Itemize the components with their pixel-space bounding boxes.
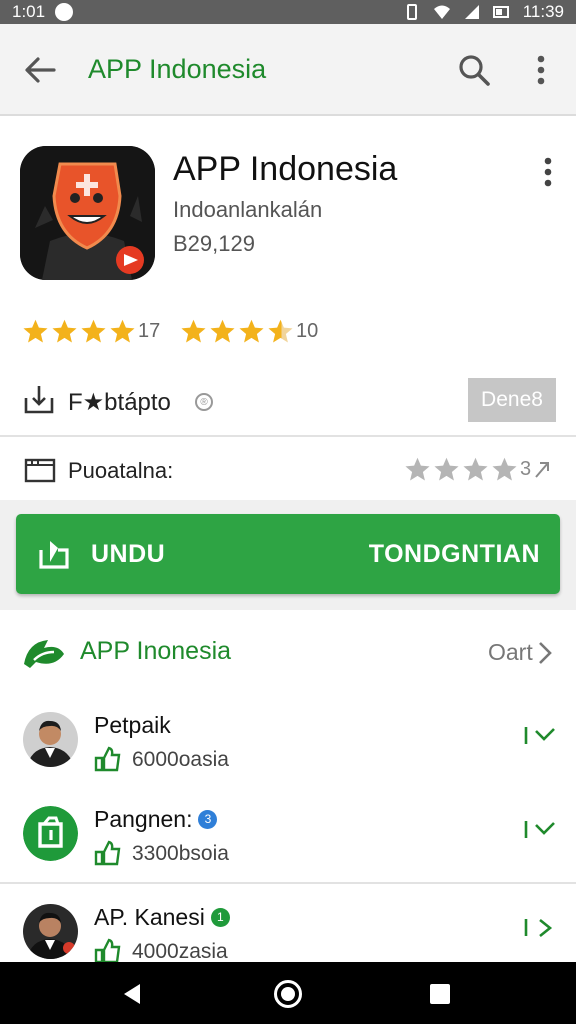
arrow-left-icon[interactable] <box>20 50 60 90</box>
list-item-title: AP. Kanesi <box>94 904 205 930</box>
section-leaf-icon <box>24 640 64 668</box>
download-icon <box>24 386 54 414</box>
star-icon <box>81 319 106 343</box>
rating-value: 17 <box>138 320 161 342</box>
category-label: Puoatalna: <box>68 458 174 483</box>
badge-count: 1 <box>210 908 230 927</box>
thumbs-up-icon <box>94 840 121 866</box>
vibrate-icon <box>406 4 417 20</box>
list-item[interactable]: Petpaik 6000oasia <box>0 704 576 794</box>
star-icon <box>23 319 48 343</box>
expand-arrow-icon[interactable] <box>522 914 558 942</box>
download-button-label: UNDU <box>91 540 166 568</box>
rating-1: 17 <box>22 318 160 345</box>
star-icon <box>52 319 77 343</box>
list-item-subtitle: 3300bsoia <box>132 842 229 865</box>
list-item-name: Petpaik <box>94 712 171 739</box>
star-icon <box>210 319 235 343</box>
expand-check-icon[interactable] <box>522 816 558 844</box>
status-time-left: 1:01 <box>12 2 46 21</box>
star-icon <box>181 319 206 343</box>
category-rating-value: 3 <box>520 458 532 480</box>
signal-icon <box>464 5 479 19</box>
download-button-right-label: TONDGNTIAN <box>368 540 540 568</box>
status-bar: 1:01 11:39 <box>0 0 576 24</box>
app-mascot-icon <box>20 146 155 280</box>
person-avatar <box>23 904 78 959</box>
list-item-subtitle: 4000zasia <box>132 940 228 963</box>
star-icon <box>434 457 459 481</box>
more-vert-icon[interactable] <box>536 154 560 190</box>
star-icon <box>110 319 135 343</box>
app-developer[interactable]: Indoanlankalán <box>173 197 322 223</box>
more-vert-icon[interactable] <box>526 50 556 90</box>
status-time-right: 11:39 <box>522 2 564 21</box>
download-button[interactable]: UNDU TONDGNTIAN <box>16 514 560 594</box>
list-item-subtitle: 6000oasia <box>132 748 229 771</box>
battery-icon <box>492 6 509 18</box>
search-icon[interactable] <box>454 50 494 90</box>
arrow-icon <box>535 461 550 478</box>
system-nav-bar <box>0 962 576 1024</box>
chevron-right-icon <box>538 641 552 664</box>
done-button[interactable]: Dene8 <box>468 378 556 422</box>
star-icon <box>405 457 430 481</box>
install-label: F★btápto <box>68 389 171 416</box>
list-item[interactable]: Pangnen: 3 3300bsoia <box>0 798 576 888</box>
category-icon <box>24 458 56 483</box>
rating-2: 10 <box>180 318 318 345</box>
thumbs-up-icon <box>94 746 121 772</box>
info-badge: ® <box>195 393 213 411</box>
wifi-icon <box>433 5 450 19</box>
section-more-link[interactable]: Oart <box>488 639 553 666</box>
list-item-name: Pangnen: 3 <box>94 806 218 833</box>
app-icon[interactable] <box>20 146 155 280</box>
divider <box>0 882 576 884</box>
category-rating: 3 <box>404 456 551 483</box>
app-download-count: B29,129 <box>173 231 255 256</box>
star-icon <box>463 457 488 481</box>
star-half-icon <box>268 319 293 343</box>
nav-recents-icon[interactable] <box>430 984 450 1004</box>
divider <box>0 435 576 437</box>
top-toolbar: APP Indonesia <box>0 24 576 116</box>
list-item-title: Petpaik <box>94 712 171 738</box>
notification-icon <box>55 3 74 21</box>
list-item-name: AP. Kanesi 1 <box>94 904 230 931</box>
app-name: APP Indonesia <box>173 150 398 188</box>
nav-home-icon[interactable] <box>274 980 302 1008</box>
star-icon <box>239 319 264 343</box>
rating-value: 10 <box>296 320 319 342</box>
section-more-label: Oart <box>488 639 533 665</box>
person-avatar <box>23 712 78 767</box>
nav-back-icon[interactable] <box>120 982 144 1006</box>
star-icon <box>492 457 517 481</box>
thumbs-up-icon <box>94 938 121 964</box>
badge-count: 3 <box>198 810 218 829</box>
download-arrow-icon <box>39 541 69 569</box>
list-item-title: Pangnen: <box>94 806 193 832</box>
section-title: APP Inonesia <box>80 637 232 665</box>
expand-check-icon[interactable] <box>522 722 558 750</box>
app-detail-screen: 1:01 11:39 APP Indonesia APP Indonesia I… <box>0 0 576 1024</box>
toolbar-title: APP Indonesia <box>88 54 267 84</box>
green-app-avatar <box>23 806 78 861</box>
